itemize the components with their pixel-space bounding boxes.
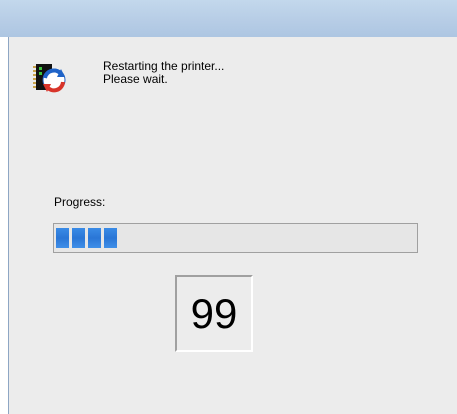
status-message: Restarting the printer... Please wait.	[103, 60, 224, 86]
printer-restart-icon	[33, 64, 66, 93]
countdown-counter: 99	[175, 275, 253, 352]
progress-segment	[72, 228, 85, 248]
progress-label: Progress:	[54, 195, 106, 209]
progress-segment	[104, 228, 117, 248]
progress-bar	[53, 223, 418, 253]
progress-segment	[56, 228, 69, 248]
status-line-2: Please wait.	[103, 72, 168, 86]
restart-printer-dialog: Restarting the printer... Please wait. P…	[0, 0, 457, 414]
window-titlebar[interactable]	[0, 0, 457, 37]
countdown-value: 99	[190, 289, 238, 337]
progress-bar-fill	[56, 228, 117, 248]
progress-segment	[88, 228, 101, 248]
